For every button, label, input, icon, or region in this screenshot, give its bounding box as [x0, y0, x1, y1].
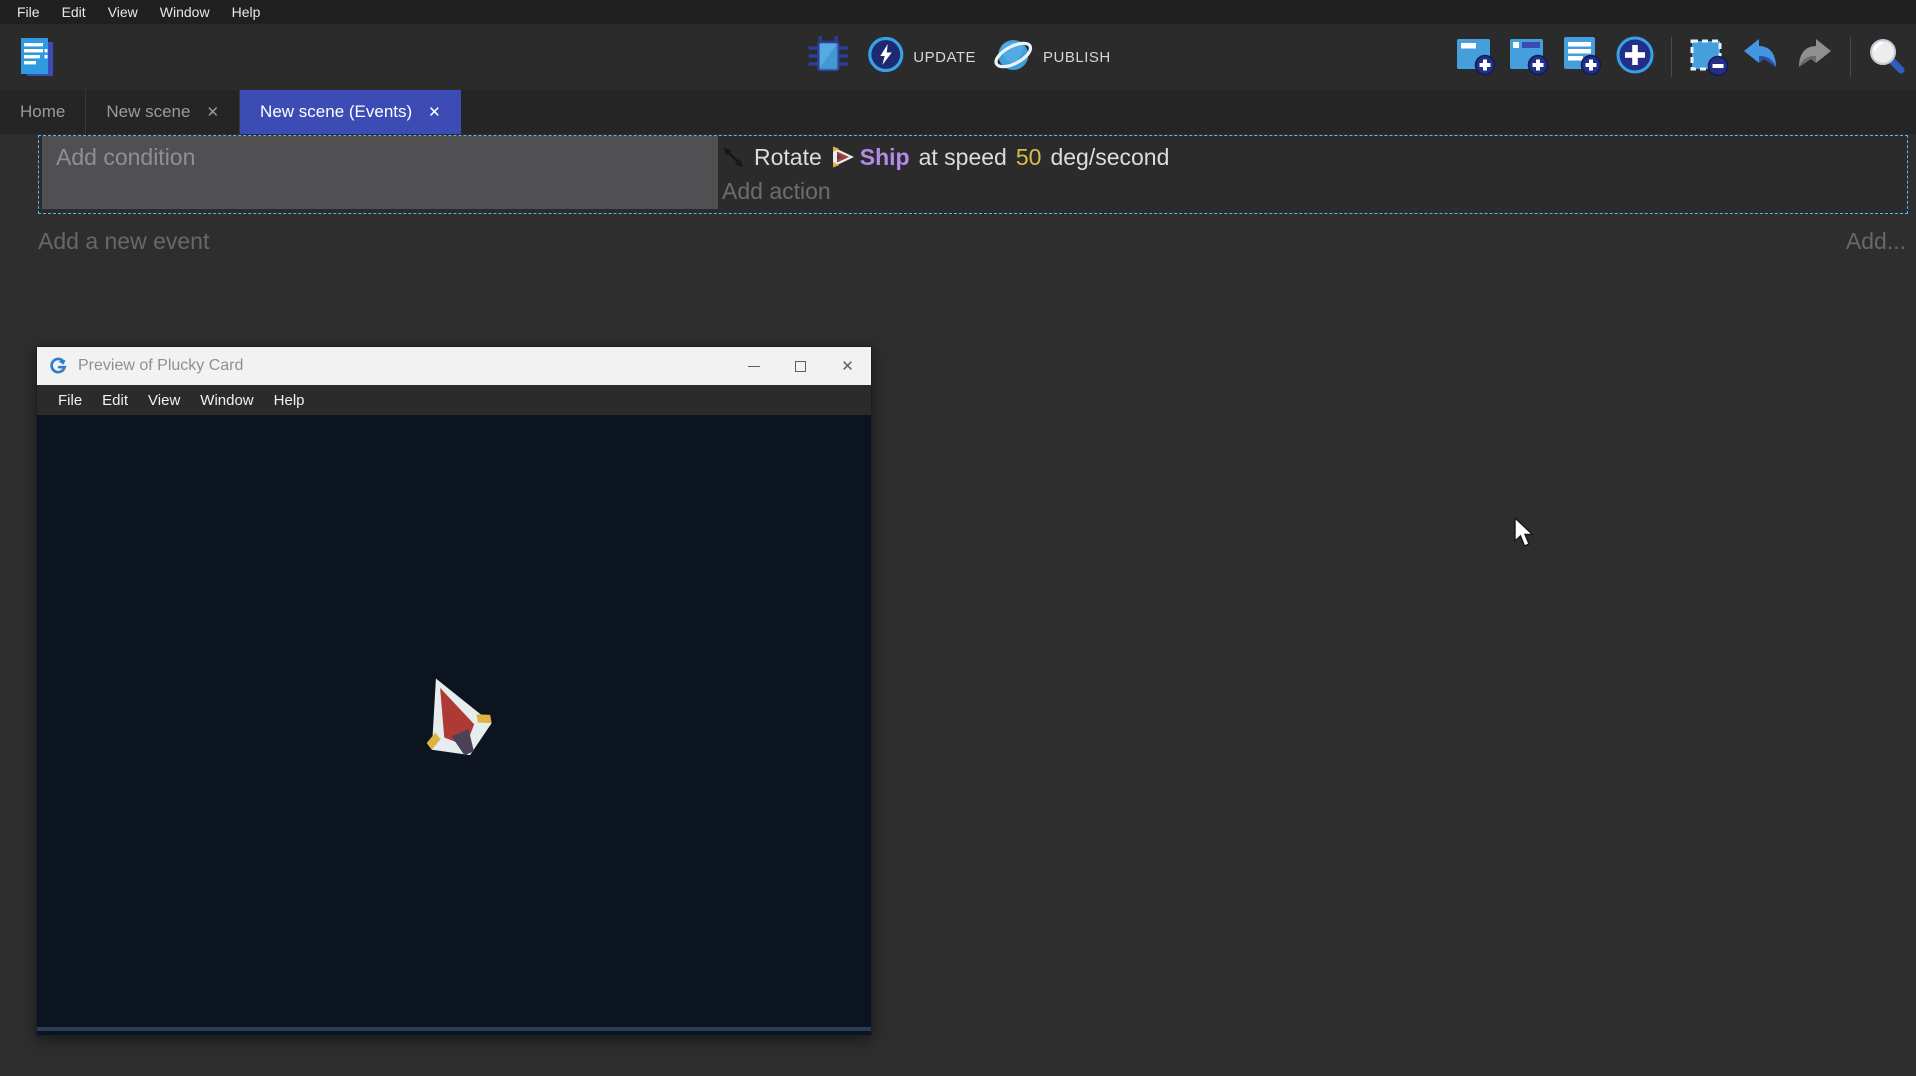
add-event-icon — [1455, 34, 1497, 81]
main-toolbar: UPDATE PUBLISH — [0, 24, 1916, 90]
mouse-cursor-icon — [1513, 517, 1536, 555]
preview-window-title: Preview of Plucky Card — [78, 357, 730, 375]
tab-new-scene[interactable]: New scene ✕ — [86, 90, 240, 134]
tab-home[interactable]: Home — [0, 90, 86, 134]
window-controls: ✕ — [730, 347, 871, 385]
action-object-chip: Ship — [831, 144, 910, 171]
tab-label: New scene — [106, 102, 190, 122]
publish-button[interactable]: PUBLISH — [992, 34, 1111, 81]
publish-label: PUBLISH — [1043, 49, 1111, 66]
ship-thumbnail-icon — [831, 146, 855, 168]
event-actions-panel: Rotate Ship at speed 50 d — [718, 136, 1907, 213]
events-sheet: Add condition Rotate — [0, 134, 1916, 354]
gdevelop-logo-icon — [49, 357, 68, 376]
delete-selection-button[interactable] — [1687, 34, 1729, 81]
minimize-button[interactable] — [730, 347, 777, 385]
game-canvas[interactable] — [37, 415, 871, 1031]
add-comment-button[interactable] — [1561, 34, 1603, 81]
action-speed-value: 50 — [1016, 144, 1042, 171]
preview-menu-view[interactable]: View — [139, 392, 189, 409]
close-icon: ✕ — [841, 357, 854, 375]
square-minus-icon — [1687, 34, 1729, 81]
add-subevent-button[interactable] — [1508, 34, 1550, 81]
action-text-suffix: deg/second — [1050, 144, 1169, 171]
update-bolt-icon — [867, 36, 904, 78]
redo-icon — [1793, 35, 1835, 80]
event-row[interactable]: Add condition Rotate — [38, 135, 1908, 214]
debugger-button[interactable] — [805, 32, 851, 83]
main-menubar: File Edit View Window Help — [0, 0, 1916, 24]
search-button[interactable] — [1866, 35, 1906, 80]
menu-edit[interactable]: Edit — [51, 4, 97, 20]
tab-label: Home — [20, 102, 65, 122]
event-conditions-panel[interactable]: Add condition — [42, 136, 718, 209]
add-condition-placeholder[interactable]: Add condition — [56, 144, 718, 171]
preview-menu-window[interactable]: Window — [191, 392, 262, 409]
toolbar-separator — [1850, 37, 1851, 77]
preview-menu-edit[interactable]: Edit — [93, 392, 137, 409]
update-label: UPDATE — [913, 49, 976, 66]
tab-bar: Home New scene ✕ New scene (Events) ✕ — [0, 90, 1916, 134]
publish-planet-icon — [992, 34, 1034, 81]
preview-menu-file[interactable]: File — [49, 392, 91, 409]
circle-plus-icon — [1614, 34, 1656, 81]
tab-new-scene-events[interactable]: New scene (Events) ✕ — [240, 90, 461, 134]
action-text-middle: at speed — [919, 144, 1007, 171]
rotate-arrows-icon — [722, 146, 745, 169]
tab-close-icon[interactable]: ✕ — [206, 103, 219, 121]
add-subevent-icon — [1508, 34, 1550, 81]
preview-menu-help[interactable]: Help — [265, 392, 314, 409]
add-more-events-button[interactable] — [1614, 34, 1656, 81]
update-button[interactable]: UPDATE — [867, 36, 976, 78]
preview-titlebar[interactable]: Preview of Plucky Card ✕ — [37, 347, 871, 385]
action-text-prefix: Rotate — [754, 144, 822, 171]
redo-button[interactable] — [1793, 35, 1835, 80]
add-event-button-right[interactable]: Add... — [1846, 228, 1906, 255]
add-new-event-placeholder[interactable]: Add a new event — [38, 228, 209, 255]
menu-help[interactable]: Help — [221, 4, 272, 20]
undo-icon — [1740, 35, 1782, 80]
preview-window: Preview of Plucky Card ✕ File Edit View … — [36, 346, 872, 1036]
maximize-icon — [795, 361, 806, 372]
minimize-icon — [748, 366, 760, 367]
rotate-action-row[interactable]: Rotate Ship at speed 50 d — [722, 140, 1907, 174]
project-manager-button[interactable] — [18, 36, 56, 85]
search-icon — [1866, 35, 1906, 80]
toolbar-separator — [1671, 37, 1672, 77]
project-manager-icon — [18, 36, 56, 85]
close-button[interactable]: ✕ — [824, 347, 871, 385]
menu-view[interactable]: View — [97, 4, 149, 20]
add-comment-icon — [1561, 34, 1603, 81]
undo-button[interactable] — [1740, 35, 1782, 80]
action-object-name: Ship — [860, 144, 910, 171]
maximize-button[interactable] — [777, 347, 824, 385]
tab-close-icon[interactable]: ✕ — [428, 103, 441, 121]
menu-window[interactable]: Window — [149, 4, 221, 20]
tab-label: New scene (Events) — [260, 102, 412, 122]
menu-file[interactable]: File — [6, 4, 51, 20]
debugger-bug-icon — [805, 32, 851, 83]
add-action-placeholder[interactable]: Add action — [722, 174, 1907, 208]
ship-sprite — [398, 660, 511, 778]
preview-menubar: File Edit View Window Help — [37, 385, 871, 415]
add-event-button[interactable] — [1455, 34, 1497, 81]
